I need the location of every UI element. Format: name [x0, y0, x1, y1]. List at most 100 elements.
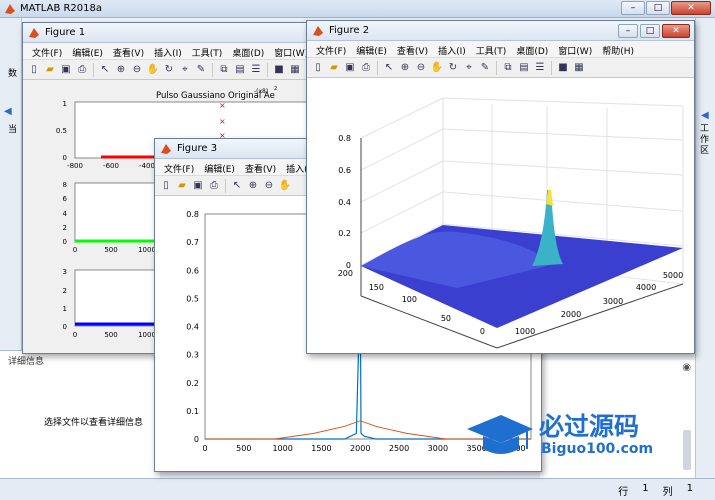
menu-help[interactable]: 帮助(H) — [597, 41, 639, 57]
pointer-icon[interactable]: ↖ — [98, 63, 112, 77]
row-value: 1 — [642, 483, 649, 494]
pointer-icon[interactable]: ↖ — [230, 179, 244, 193]
s1-xtick-3: -400 — [139, 162, 155, 170]
y-tick-label: 0.2 — [186, 379, 199, 388]
new-figure-icon[interactable]: ▯ — [27, 63, 41, 77]
maximize-button[interactable]: □ — [646, 1, 670, 15]
figure3-title: Figure 3 — [177, 143, 218, 154]
save-icon[interactable]: ▣ — [343, 61, 357, 75]
open-icon[interactable]: ▰ — [175, 179, 189, 193]
link-icon[interactable]: ⧉ — [217, 63, 231, 77]
menu-edit[interactable]: 编辑(E) — [351, 41, 392, 57]
zoom-in-icon[interactable]: ⊕ — [398, 61, 412, 75]
pan-icon[interactable]: ✋ — [278, 179, 292, 193]
save-icon[interactable]: ▣ — [191, 179, 205, 193]
menu-view[interactable]: 查看(V) — [392, 41, 433, 57]
app-title: MATLAB R2018a — [20, 3, 103, 14]
red-x-marker: × — [219, 101, 226, 110]
menu-tools[interactable]: 工具(T) — [471, 41, 512, 57]
hide-tools-icon[interactable]: ■ — [556, 61, 570, 75]
datacursor-icon[interactable]: ⌖ — [462, 61, 476, 75]
fig2-close-button[interactable]: ✕ — [662, 24, 690, 38]
zoom-out-icon[interactable]: ⊖ — [262, 179, 276, 193]
print-icon[interactable]: ⎙ — [75, 63, 89, 77]
subplot1-title-superscript: -(x8) — [254, 88, 268, 95]
datacursor-icon[interactable]: ⌖ — [178, 63, 192, 77]
menu-file[interactable]: 文件(F) — [159, 159, 199, 175]
minimize-button[interactable]: – — [621, 1, 645, 15]
menu-insert[interactable]: 插入(I) — [149, 43, 187, 59]
link-icon[interactable]: ⧉ — [501, 61, 515, 75]
pane-options-icon[interactable]: ◉ — [682, 362, 691, 373]
s1-ytick-05: 0.5 — [56, 127, 67, 135]
brush-icon[interactable]: ✎ — [478, 61, 492, 75]
fig2-minimize-button[interactable]: – — [618, 24, 638, 38]
brush-icon[interactable]: ✎ — [194, 63, 208, 77]
menu-edit[interactable]: 编辑(E) — [67, 43, 108, 59]
y-tick-label: 0.4 — [186, 323, 199, 332]
s3-xtick: 500 — [104, 331, 117, 339]
y-tick-label: 0.8 — [186, 210, 199, 219]
save-icon[interactable]: ▣ — [59, 63, 73, 77]
figure2-menubar: 文件(F) 编辑(E) 查看(V) 插入(I) 工具(T) 桌面(D) 窗口(W… — [307, 41, 694, 58]
x-tick-label: 0 — [202, 444, 207, 453]
menu-insert[interactable]: 插入(I) — [433, 41, 471, 57]
s3-xtick: 0 — [73, 331, 77, 339]
x-tick-label: 3000 — [428, 444, 448, 453]
open-icon[interactable]: ▰ — [43, 63, 57, 77]
show-tools-icon[interactable]: ▦ — [288, 63, 302, 77]
print-icon[interactable]: ⎙ — [359, 61, 373, 75]
rotate-icon[interactable]: ↻ — [162, 63, 176, 77]
collapse-arrow-icon[interactable]: ◀ — [701, 110, 709, 121]
fig2-maximize-button[interactable]: □ — [640, 24, 660, 38]
zoom-in-icon[interactable]: ⊕ — [246, 179, 260, 193]
x-tick-label: 500 — [236, 444, 251, 453]
s3-ytick: 3 — [63, 268, 67, 276]
menu-edit[interactable]: 编辑(E) — [199, 159, 240, 175]
y-tick: 100 — [402, 295, 417, 304]
show-tools-icon[interactable]: ▦ — [572, 61, 586, 75]
workspace-tab[interactable]: 工作区 — [700, 124, 712, 157]
z-tick: 0.4 — [338, 198, 351, 207]
legend-icon[interactable]: ☰ — [249, 63, 263, 77]
menu-window[interactable]: 窗口(W) — [553, 41, 597, 57]
figure2-window[interactable]: Figure 2 – □ ✕ 文件(F) 编辑(E) 查看(V) 插入(I) 工… — [306, 20, 695, 358]
col-label: 列 — [662, 487, 673, 498]
zoom-out-icon[interactable]: ⊖ — [130, 63, 144, 77]
figure2-title: Figure 2 — [329, 25, 370, 36]
x-tick: 3000 — [603, 297, 623, 306]
back-arrow-icon[interactable]: ◀ — [4, 106, 12, 117]
figure1-title-bar[interactable]: Figure 1 — [23, 23, 331, 43]
y-tick-label: 0.6 — [186, 266, 199, 275]
watermark-text-en: Biguo100.com — [541, 441, 654, 457]
menu-tools[interactable]: 工具(T) — [187, 43, 228, 59]
pointer-icon[interactable]: ↖ — [382, 61, 396, 75]
menu-view[interactable]: 查看(V) — [108, 43, 149, 59]
zoom-in-icon[interactable]: ⊕ — [114, 63, 128, 77]
hide-tools-icon[interactable]: ■ — [272, 63, 286, 77]
rotate-icon[interactable]: ↻ — [446, 61, 460, 75]
colorbar-icon[interactable]: ▤ — [517, 61, 531, 75]
menu-desktop[interactable]: 桌面(D) — [227, 43, 269, 59]
menu-file[interactable]: 文件(F) — [27, 43, 67, 59]
menu-view[interactable]: 查看(V) — [240, 159, 281, 175]
new-figure-icon[interactable]: ▯ — [159, 179, 173, 193]
y-tick: 200 — [338, 269, 353, 278]
legend-icon[interactable]: ☰ — [533, 61, 547, 75]
close-button[interactable]: ✕ — [671, 1, 711, 15]
menu-file[interactable]: 文件(F) — [311, 41, 351, 57]
s1-ytick-1: 1 — [63, 100, 67, 108]
new-figure-icon[interactable]: ▯ — [311, 61, 325, 75]
menu-desktop[interactable]: 桌面(D) — [511, 41, 553, 57]
matlab-title-bar[interactable]: MATLAB R2018a – □ ✕ — [0, 0, 715, 18]
open-icon[interactable]: ▰ — [327, 61, 341, 75]
details-pane: 详细信息 选择文件以查看详细信息 — [0, 350, 160, 480]
figure2-title-bar[interactable]: Figure 2 – □ ✕ — [307, 21, 694, 41]
pan-icon[interactable]: ✋ — [430, 61, 444, 75]
zoom-out-icon[interactable]: ⊖ — [414, 61, 428, 75]
figure2-canvas: 0.8 0.6 0.4 0.2 0 200 150 100 50 0 1000 … — [307, 78, 694, 358]
status-bar: 行 1 列 1 — [0, 478, 715, 500]
print-icon[interactable]: ⎙ — [207, 179, 221, 193]
pan-icon[interactable]: ✋ — [146, 63, 160, 77]
colorbar-icon[interactable]: ▤ — [233, 63, 247, 77]
